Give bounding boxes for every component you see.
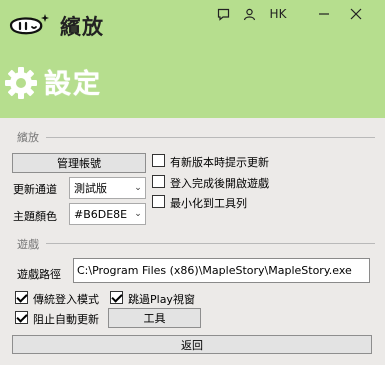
block-auto-update-checkbox[interactable] xyxy=(15,311,28,324)
update-channel-label: 更新通道 xyxy=(13,183,57,196)
title-bar[interactable]: 繽放 HK xyxy=(0,0,385,48)
classic-login-label: 傳統登入模式 xyxy=(33,293,99,306)
minimize-to-tray-label: 最小化到工具列 xyxy=(170,197,247,210)
classic-login-checkbox[interactable] xyxy=(15,291,28,304)
app-logo-icon xyxy=(9,14,49,35)
tools-button[interactable]: 工具 xyxy=(108,308,201,328)
back-button[interactable]: 返回 xyxy=(12,335,372,354)
app-name: 繽放 xyxy=(60,15,104,39)
game-path-input[interactable]: C:\Program Files (x86)\MapleStory\MapleS… xyxy=(73,258,370,283)
launch-after-login-checkbox[interactable] xyxy=(152,175,165,188)
section-label-bloom: 繽放 xyxy=(17,131,39,144)
skip-play-window-label: 跳過Play視窗 xyxy=(128,293,195,306)
chevron-down-icon: ⌄ xyxy=(134,183,142,193)
game-path-label: 遊戲路徑 xyxy=(17,268,61,281)
update-prompt-checkbox[interactable] xyxy=(152,154,165,167)
minimize-to-tray-checkbox[interactable] xyxy=(152,195,165,208)
section-divider xyxy=(46,137,375,138)
minimize-icon[interactable] xyxy=(316,6,332,22)
update-channel-select[interactable]: 測試版 ⌄ xyxy=(69,177,146,199)
chevron-down-icon: ⌄ xyxy=(134,209,142,219)
language-button[interactable]: HK xyxy=(267,6,289,22)
section-label-game: 遊戲 xyxy=(17,238,39,251)
theme-color-select[interactable]: #B6DE8E ⌄ xyxy=(69,203,146,225)
page-title: 設定 xyxy=(44,69,102,100)
user-icon[interactable] xyxy=(242,6,256,22)
theme-color-label: 主題顏色 xyxy=(13,210,57,223)
section-divider xyxy=(46,243,375,244)
theme-color-value: #B6DE8E xyxy=(74,207,128,221)
launch-after-login-label: 登入完成後開啟遊戲 xyxy=(170,177,269,190)
update-prompt-label: 有新版本時提示更新 xyxy=(170,156,269,169)
update-channel-value: 測試版 xyxy=(74,182,107,195)
manage-account-button[interactable]: 管理帳號 xyxy=(12,153,146,173)
block-auto-update-label: 阻止自動更新 xyxy=(33,313,99,326)
chat-icon[interactable] xyxy=(216,6,230,22)
gear-icon xyxy=(5,67,37,99)
skip-play-window-checkbox[interactable] xyxy=(110,291,123,304)
close-icon[interactable] xyxy=(348,6,364,22)
